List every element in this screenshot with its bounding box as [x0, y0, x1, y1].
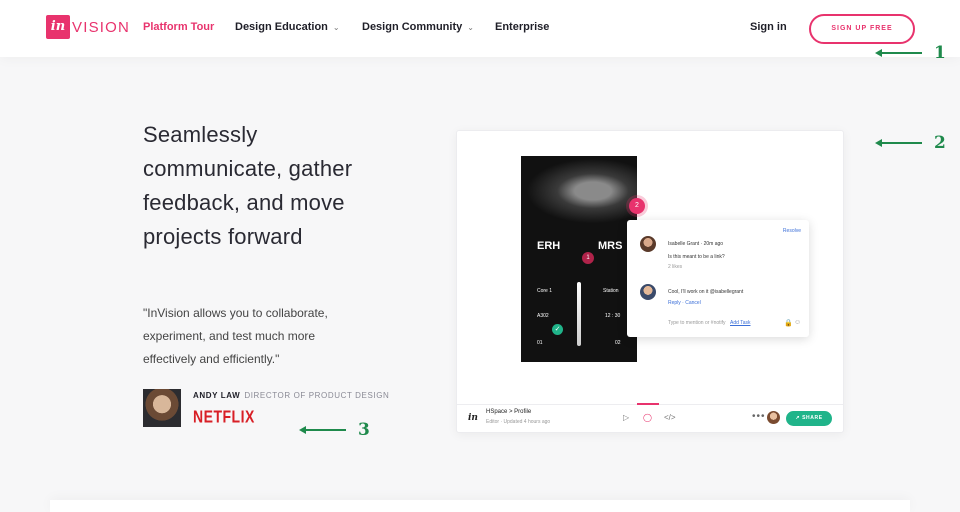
phone-row-left: Core 1 [537, 288, 553, 294]
top-navbar: in VISION Platform Tour Design Education… [0, 0, 960, 57]
headline-line: projects forward [143, 224, 303, 249]
code-icon[interactable]: </> [664, 413, 676, 422]
testimonial-quote: "InVision allows you to collaborate, exp… [143, 302, 353, 371]
phone-left-code: ERH [537, 240, 561, 252]
phone-row-left: A302 [537, 313, 549, 319]
cancel-link[interactable]: Cancel [685, 300, 701, 306]
add-task-link[interactable]: Add Task [730, 320, 750, 326]
share-label: SHARE [802, 415, 823, 421]
comment-pin-1[interactable]: 1 [582, 252, 594, 264]
nav-label: Design Community [362, 21, 463, 33]
sign-up-button[interactable]: SIGN UP FREE [809, 14, 915, 44]
share-button[interactable]: ↗ SHARE [786, 411, 832, 426]
arrow-icon [875, 139, 882, 147]
arrow-icon [299, 426, 306, 434]
resolve-link[interactable]: Resolve [783, 228, 801, 234]
annotation-number: 2 [934, 133, 946, 153]
comment-input[interactable]: Type to mention or #notify [668, 320, 726, 326]
more-options-icon[interactable]: ••• [752, 411, 766, 422]
comment-text: Is this meant to be a link? [668, 254, 725, 260]
active-tab-indicator [637, 403, 659, 405]
author-title: DIRECTOR OF PRODUCT DESIGN [244, 391, 390, 400]
reply-link[interactable]: Reply [668, 300, 681, 306]
comment-thread-panel: Resolve Isabelle Grant · 20m ago Is this… [627, 220, 809, 337]
portrait-image [521, 156, 637, 226]
headline-line: feedback, and move [143, 190, 345, 215]
headline-line: Seamlessly [143, 122, 258, 147]
prototype-toolbar: in HSpace > Profile Editor · Updated 4 h… [457, 403, 843, 432]
annotation-number: 3 [358, 420, 370, 440]
phone-right-code: MRS [598, 240, 623, 252]
hero-headline: Seamlessly communicate, gather feedback,… [143, 118, 413, 254]
nav-label: Platform Tour [143, 21, 215, 33]
phone-row-right: 02 [615, 340, 621, 346]
author-credit: ANDY LAW DIRECTOR OF PRODUCT DESIGN [193, 391, 389, 400]
chevron-down-icon: ⌄ [332, 23, 340, 32]
chevron-down-icon: ⌄ [467, 23, 474, 32]
nav-design-education[interactable]: Design Education ⌄ [235, 21, 340, 33]
quote-line: effectively and efficiently." [143, 352, 280, 366]
netflix-logo: NETFLIX [193, 406, 255, 426]
nav-platform-tour[interactable]: Platform Tour [143, 21, 214, 33]
logo-word: VISION [72, 18, 131, 36]
check-icon: ✓ [552, 324, 563, 335]
user-avatar[interactable] [767, 411, 780, 424]
commenter-avatar [640, 284, 656, 300]
emoji-icon[interactable]: ☺ [794, 319, 801, 326]
annotation-3: 3 [299, 420, 370, 440]
next-section-edge [50, 500, 910, 512]
author-avatar [143, 389, 181, 427]
arrow-line [306, 429, 346, 431]
nav-label: Design Education [235, 21, 328, 33]
annotation-2: 2 [875, 133, 946, 153]
lock-icon[interactable]: 🔒 [784, 319, 793, 327]
quote-line: experiment, and test much more [143, 329, 316, 343]
annotation-1: 1 [875, 43, 946, 63]
toolbar-breadcrumb[interactable]: HSpace > Profile [486, 409, 531, 415]
arrow-line [882, 52, 922, 54]
toolbar-subtitle: Editor · Updated 4 hours ago [486, 419, 551, 425]
arrow-icon [875, 49, 882, 57]
phone-mockup: ERH MRS 1 Core 1 Station A302 12 : 30 01… [521, 156, 637, 362]
logo-mark: in [46, 15, 70, 39]
comment-icon[interactable]: ◯ [643, 413, 652, 422]
reply-text: Cool, I'll work on it @isabellegrant [668, 289, 744, 295]
commenter-avatar [640, 236, 656, 252]
comment-time: 20m ago [703, 241, 724, 247]
phone-row-left: 01 [537, 340, 543, 346]
commenter-name: Isabelle Grant [668, 241, 700, 247]
headline-line: communicate, gather [143, 156, 353, 181]
annotation-number: 1 [934, 43, 946, 63]
nav-label: Enterprise [495, 21, 550, 33]
invision-logo[interactable]: in VISION [46, 15, 130, 39]
sign-in-link[interactable]: Sign in [750, 21, 787, 33]
play-icon[interactable]: ▷ [623, 413, 629, 422]
rocket-graphic [577, 282, 581, 346]
toolbar-logo[interactable]: in [468, 413, 478, 423]
nav-enterprise[interactable]: Enterprise [495, 21, 549, 33]
arrow-line [882, 142, 922, 144]
comment-author: Isabelle Grant · 20m ago [668, 241, 724, 247]
author-name: ANDY LAW [193, 391, 241, 400]
comment-pin-2[interactable]: 2 [629, 198, 645, 214]
quote-line: "InVision allows you to collaborate, [143, 306, 328, 320]
phone-row-right: Station [603, 288, 619, 294]
comment-likes[interactable]: 2 likes [668, 264, 682, 270]
reply-actions: Reply · Cancel [668, 300, 701, 306]
phone-row-right: 12 : 30 [605, 313, 621, 319]
nav-design-community[interactable]: Design Community ⌄ [362, 21, 474, 33]
